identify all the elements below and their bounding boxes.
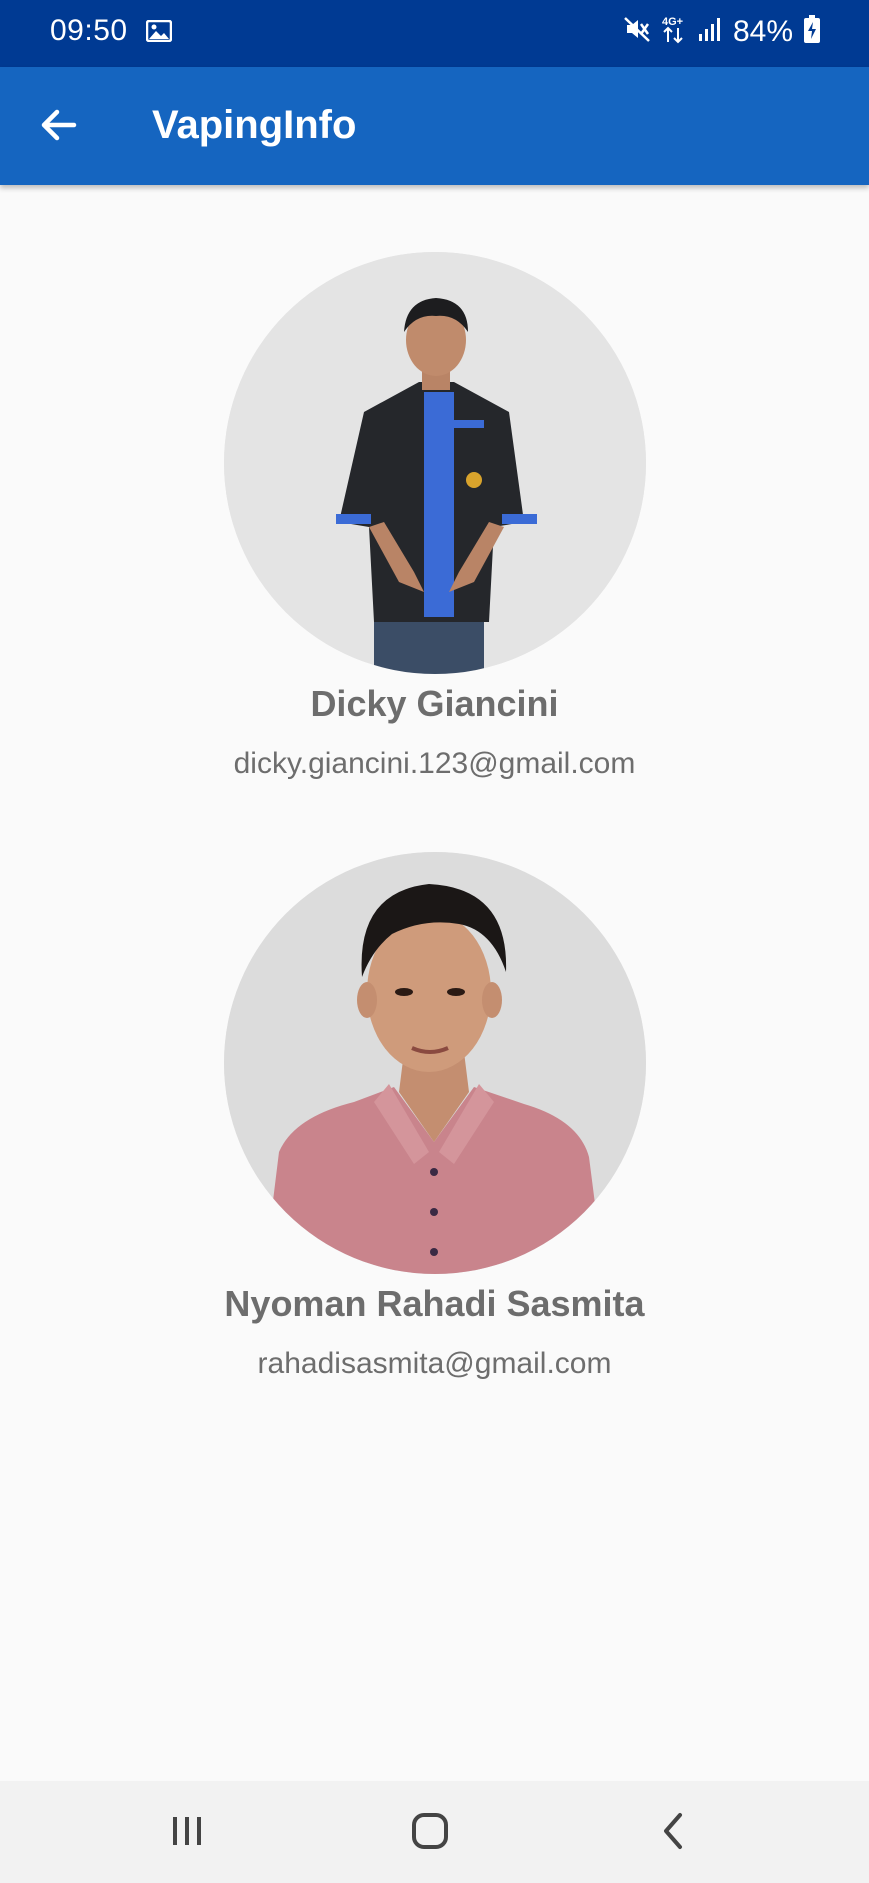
signal-icon [697,16,723,47]
back-button[interactable] [22,91,94,163]
status-bar: 09:50 4G+ 84% [0,0,869,67]
mute-icon [623,15,651,48]
status-time: 09:50 [50,14,128,47]
profile-name: Dicky Giancini [310,683,559,724]
svg-text:4G+: 4G+ [662,16,683,28]
home-button[interactable] [400,1807,460,1859]
app-bar: VapingInfo [0,67,869,185]
image-icon [145,19,173,47]
status-icons: 4G+ 84% [623,14,821,49]
app-title: VapingInfo [152,103,357,147]
back-nav-button[interactable] [643,1807,703,1859]
avatar [223,852,646,1274]
profile-card: Dicky Giancini dicky.giancini.123@gmail.… [0,252,869,784]
recent-apps-button[interactable] [157,1807,217,1859]
battery-charging-icon [803,14,821,49]
profile-email: rahadisasmita@gmail.com [257,1347,612,1380]
profile-card: Nyoman Rahadi Sasmita rahadisasmita@gmai… [0,852,869,1384]
network-4g-icon: 4G+ [661,14,687,49]
screen: 09:50 4G+ 84% VapingInfo Dicky Giancini … [0,0,869,1883]
battery-percent: 84% [732,14,793,48]
arrow-left-icon [38,105,78,150]
back-icon [658,1811,688,1856]
system-nav-bar [0,1781,869,1883]
profile-email: dicky.giancini.123@gmail.com [233,747,636,780]
home-icon [410,1811,450,1856]
profile-name: Nyoman Rahadi Sasmita [224,1283,645,1324]
recent-apps-icon [169,1814,205,1853]
avatar [223,252,646,674]
